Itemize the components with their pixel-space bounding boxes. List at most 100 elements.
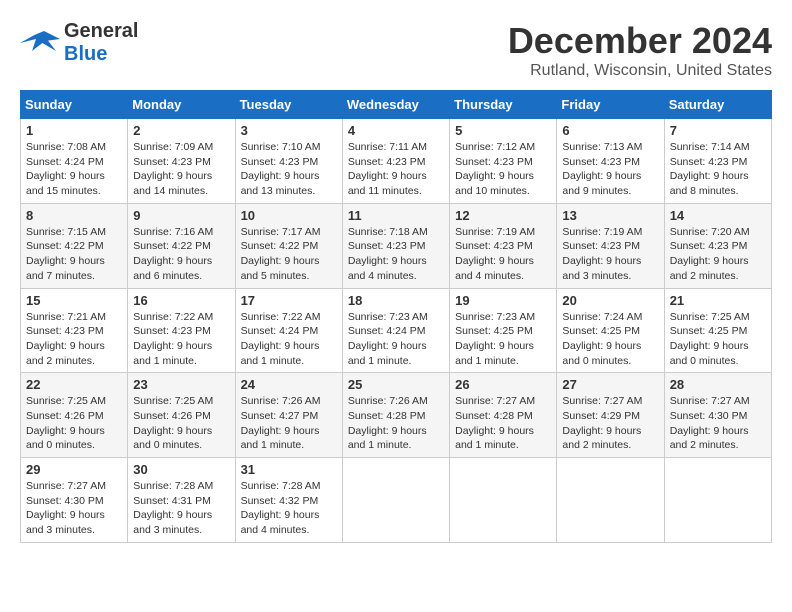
calendar-cell: 12 Sunrise: 7:19 AMSunset: 4:23 PMDaylig… (450, 203, 557, 288)
day-number: 9 (133, 208, 229, 223)
col-tuesday: Tuesday (235, 91, 342, 119)
col-sunday: Sunday (21, 91, 128, 119)
calendar-cell: 19 Sunrise: 7:23 AMSunset: 4:25 PMDaylig… (450, 288, 557, 373)
day-info: Sunrise: 7:23 AMSunset: 4:25 PMDaylight:… (455, 310, 551, 369)
day-number: 13 (562, 208, 658, 223)
title-block: December 2024 Rutland, Wisconsin, United… (508, 20, 772, 80)
calendar-cell: 13 Sunrise: 7:19 AMSunset: 4:23 PMDaylig… (557, 203, 664, 288)
day-info: Sunrise: 7:22 AMSunset: 4:23 PMDaylight:… (133, 310, 229, 369)
day-info: Sunrise: 7:24 AMSunset: 4:25 PMDaylight:… (562, 310, 658, 369)
day-info: Sunrise: 7:18 AMSunset: 4:23 PMDaylight:… (348, 225, 444, 284)
day-info: Sunrise: 7:11 AMSunset: 4:23 PMDaylight:… (348, 140, 444, 199)
calendar-week-3: 15 Sunrise: 7:21 AMSunset: 4:23 PMDaylig… (21, 288, 772, 373)
day-number: 2 (133, 123, 229, 138)
logo-text: General Blue (64, 20, 138, 66)
calendar-cell: 4 Sunrise: 7:11 AMSunset: 4:23 PMDayligh… (342, 119, 449, 204)
day-number: 26 (455, 377, 551, 392)
day-info: Sunrise: 7:26 AMSunset: 4:28 PMDaylight:… (348, 394, 444, 453)
calendar-cell: 1 Sunrise: 7:08 AMSunset: 4:24 PMDayligh… (21, 119, 128, 204)
calendar-cell: 28 Sunrise: 7:27 AMSunset: 4:30 PMDaylig… (664, 373, 771, 458)
calendar-cell: 25 Sunrise: 7:26 AMSunset: 4:28 PMDaylig… (342, 373, 449, 458)
day-number: 11 (348, 208, 444, 223)
calendar-week-1: 1 Sunrise: 7:08 AMSunset: 4:24 PMDayligh… (21, 119, 772, 204)
day-number: 23 (133, 377, 229, 392)
month-title: December 2024 (508, 20, 772, 62)
day-number: 16 (133, 293, 229, 308)
calendar-cell: 2 Sunrise: 7:09 AMSunset: 4:23 PMDayligh… (128, 119, 235, 204)
day-info: Sunrise: 7:14 AMSunset: 4:23 PMDaylight:… (670, 140, 766, 199)
calendar-cell: 20 Sunrise: 7:24 AMSunset: 4:25 PMDaylig… (557, 288, 664, 373)
day-info: Sunrise: 7:22 AMSunset: 4:24 PMDaylight:… (241, 310, 337, 369)
day-number: 10 (241, 208, 337, 223)
calendar-cell: 31 Sunrise: 7:28 AMSunset: 4:32 PMDaylig… (235, 458, 342, 543)
day-number: 6 (562, 123, 658, 138)
day-info: Sunrise: 7:10 AMSunset: 4:23 PMDaylight:… (241, 140, 337, 199)
day-info: Sunrise: 7:19 AMSunset: 4:23 PMDaylight:… (562, 225, 658, 284)
day-info: Sunrise: 7:27 AMSunset: 4:30 PMDaylight:… (670, 394, 766, 453)
col-monday: Monday (128, 91, 235, 119)
day-number: 29 (26, 462, 122, 477)
day-info: Sunrise: 7:25 AMSunset: 4:26 PMDaylight:… (26, 394, 122, 453)
day-number: 8 (26, 208, 122, 223)
day-number: 1 (26, 123, 122, 138)
day-number: 3 (241, 123, 337, 138)
day-info: Sunrise: 7:26 AMSunset: 4:27 PMDaylight:… (241, 394, 337, 453)
day-number: 24 (241, 377, 337, 392)
day-number: 31 (241, 462, 337, 477)
calendar-cell: 10 Sunrise: 7:17 AMSunset: 4:22 PMDaylig… (235, 203, 342, 288)
day-number: 4 (348, 123, 444, 138)
page-header: General Blue December 2024 Rutland, Wisc… (20, 20, 772, 80)
calendar-header-row: Sunday Monday Tuesday Wednesday Thursday… (21, 91, 772, 119)
day-info: Sunrise: 7:27 AMSunset: 4:29 PMDaylight:… (562, 394, 658, 453)
day-number: 17 (241, 293, 337, 308)
calendar-cell: 7 Sunrise: 7:14 AMSunset: 4:23 PMDayligh… (664, 119, 771, 204)
calendar-cell: 23 Sunrise: 7:25 AMSunset: 4:26 PMDaylig… (128, 373, 235, 458)
day-info: Sunrise: 7:13 AMSunset: 4:23 PMDaylight:… (562, 140, 658, 199)
calendar-cell (557, 458, 664, 543)
day-number: 22 (26, 377, 122, 392)
day-number: 28 (670, 377, 766, 392)
calendar-week-2: 8 Sunrise: 7:15 AMSunset: 4:22 PMDayligh… (21, 203, 772, 288)
calendar-cell: 9 Sunrise: 7:16 AMSunset: 4:22 PMDayligh… (128, 203, 235, 288)
calendar-cell: 27 Sunrise: 7:27 AMSunset: 4:29 PMDaylig… (557, 373, 664, 458)
day-number: 20 (562, 293, 658, 308)
calendar-cell: 30 Sunrise: 7:28 AMSunset: 4:31 PMDaylig… (128, 458, 235, 543)
day-info: Sunrise: 7:25 AMSunset: 4:25 PMDaylight:… (670, 310, 766, 369)
day-number: 27 (562, 377, 658, 392)
day-number: 5 (455, 123, 551, 138)
day-info: Sunrise: 7:16 AMSunset: 4:22 PMDaylight:… (133, 225, 229, 284)
calendar-cell (664, 458, 771, 543)
calendar-cell: 15 Sunrise: 7:21 AMSunset: 4:23 PMDaylig… (21, 288, 128, 373)
day-info: Sunrise: 7:28 AMSunset: 4:32 PMDaylight:… (241, 479, 337, 538)
col-thursday: Thursday (450, 91, 557, 119)
day-info: Sunrise: 7:21 AMSunset: 4:23 PMDaylight:… (26, 310, 122, 369)
calendar-cell: 6 Sunrise: 7:13 AMSunset: 4:23 PMDayligh… (557, 119, 664, 204)
logo: General Blue (20, 20, 138, 66)
day-number: 14 (670, 208, 766, 223)
day-info: Sunrise: 7:09 AMSunset: 4:23 PMDaylight:… (133, 140, 229, 199)
calendar-cell: 29 Sunrise: 7:27 AMSunset: 4:30 PMDaylig… (21, 458, 128, 543)
col-saturday: Saturday (664, 91, 771, 119)
day-number: 15 (26, 293, 122, 308)
calendar-week-5: 29 Sunrise: 7:27 AMSunset: 4:30 PMDaylig… (21, 458, 772, 543)
calendar-cell: 16 Sunrise: 7:22 AMSunset: 4:23 PMDaylig… (128, 288, 235, 373)
day-number: 18 (348, 293, 444, 308)
day-info: Sunrise: 7:27 AMSunset: 4:28 PMDaylight:… (455, 394, 551, 453)
calendar-cell: 17 Sunrise: 7:22 AMSunset: 4:24 PMDaylig… (235, 288, 342, 373)
calendar-cell: 3 Sunrise: 7:10 AMSunset: 4:23 PMDayligh… (235, 119, 342, 204)
day-info: Sunrise: 7:25 AMSunset: 4:26 PMDaylight:… (133, 394, 229, 453)
day-number: 19 (455, 293, 551, 308)
day-info: Sunrise: 7:12 AMSunset: 4:23 PMDaylight:… (455, 140, 551, 199)
day-info: Sunrise: 7:23 AMSunset: 4:24 PMDaylight:… (348, 310, 444, 369)
day-info: Sunrise: 7:20 AMSunset: 4:23 PMDaylight:… (670, 225, 766, 284)
calendar-cell (342, 458, 449, 543)
day-info: Sunrise: 7:28 AMSunset: 4:31 PMDaylight:… (133, 479, 229, 538)
col-friday: Friday (557, 91, 664, 119)
calendar-cell: 21 Sunrise: 7:25 AMSunset: 4:25 PMDaylig… (664, 288, 771, 373)
logo-icon (20, 23, 60, 63)
calendar-cell: 24 Sunrise: 7:26 AMSunset: 4:27 PMDaylig… (235, 373, 342, 458)
day-number: 25 (348, 377, 444, 392)
calendar-cell: 11 Sunrise: 7:18 AMSunset: 4:23 PMDaylig… (342, 203, 449, 288)
calendar-cell: 8 Sunrise: 7:15 AMSunset: 4:22 PMDayligh… (21, 203, 128, 288)
calendar-cell: 18 Sunrise: 7:23 AMSunset: 4:24 PMDaylig… (342, 288, 449, 373)
